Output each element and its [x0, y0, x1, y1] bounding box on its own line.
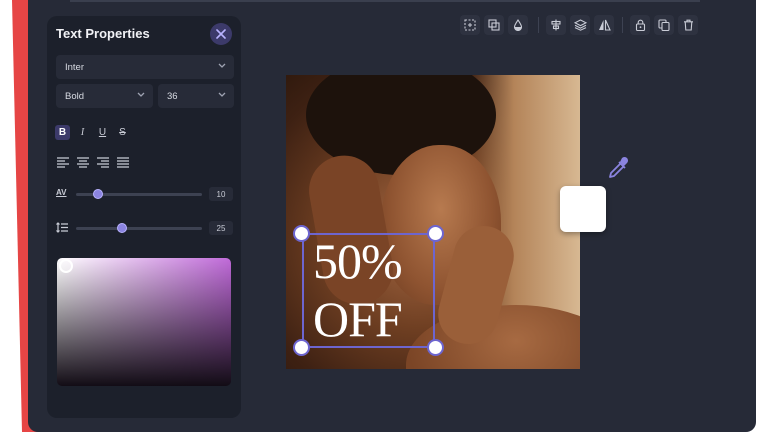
- resize-handle-top-left[interactable]: [293, 225, 310, 242]
- underline-button[interactable]: U: [95, 125, 110, 140]
- align-justify-icon[interactable]: [116, 156, 130, 168]
- strikethrough-button[interactable]: S: [115, 125, 130, 140]
- line-height-track[interactable]: [76, 227, 202, 230]
- duplicate-icon: [658, 19, 670, 31]
- opacity-button[interactable]: [508, 15, 528, 35]
- bold-button[interactable]: B: [55, 125, 70, 140]
- delete-icon: [683, 19, 693, 31]
- align-objects-icon: [551, 19, 561, 31]
- font-family-value: Inter: [65, 61, 85, 73]
- eyedropper-icon[interactable]: [605, 155, 631, 181]
- color-gradient-picker[interactable]: [57, 258, 231, 386]
- chevron-down-icon: [137, 92, 145, 97]
- align-left-icon[interactable]: [56, 156, 70, 168]
- opacity-icon: [513, 19, 523, 31]
- resize-handle-top-right[interactable]: [427, 225, 444, 242]
- close-icon: [216, 29, 226, 39]
- font-family-select[interactable]: Inter: [56, 55, 234, 79]
- flip-icon: [598, 19, 611, 31]
- letter-spacing-icon: AV: [56, 188, 67, 197]
- lock-icon: [635, 19, 645, 31]
- select-area-icon: [464, 19, 476, 31]
- toolbar-divider: [622, 17, 623, 33]
- align-objects-button[interactable]: [546, 15, 566, 35]
- lock-button[interactable]: [630, 15, 650, 35]
- italic-button[interactable]: I: [75, 125, 90, 140]
- align-center-icon[interactable]: [76, 156, 90, 168]
- font-weight-select[interactable]: Bold: [56, 84, 153, 108]
- font-weight-value: Bold: [65, 90, 85, 102]
- color-swatch[interactable]: [560, 186, 606, 232]
- chevron-down-icon: [218, 63, 226, 68]
- flip-button[interactable]: [594, 15, 614, 35]
- delete-button[interactable]: [678, 15, 698, 35]
- layers-button[interactable]: [570, 15, 590, 35]
- window-top-border: [70, 0, 700, 2]
- letter-spacing-value[interactable]: 10: [209, 187, 233, 201]
- select-area-button[interactable]: [460, 15, 480, 35]
- group-icon: [488, 19, 500, 31]
- font-size-select[interactable]: 36: [158, 84, 234, 108]
- text-selection-box[interactable]: [302, 233, 435, 348]
- toolbar-divider: [538, 17, 539, 33]
- align-right-icon[interactable]: [96, 156, 110, 168]
- font-size-value: 36: [167, 90, 178, 102]
- close-panel-button[interactable]: [210, 23, 232, 45]
- line-height-value[interactable]: 25: [209, 221, 233, 235]
- chevron-down-icon: [218, 92, 226, 97]
- color-picker-handle[interactable]: [59, 259, 73, 273]
- group-button[interactable]: [484, 15, 504, 35]
- resize-handle-bottom-right[interactable]: [427, 339, 444, 356]
- resize-handle-bottom-left[interactable]: [293, 339, 310, 356]
- layers-icon: [573, 19, 587, 31]
- line-height-thumb[interactable]: [116, 223, 127, 233]
- panel-title: Text Properties: [56, 26, 150, 41]
- duplicate-button[interactable]: [654, 15, 674, 35]
- line-height-icon: [56, 222, 68, 233]
